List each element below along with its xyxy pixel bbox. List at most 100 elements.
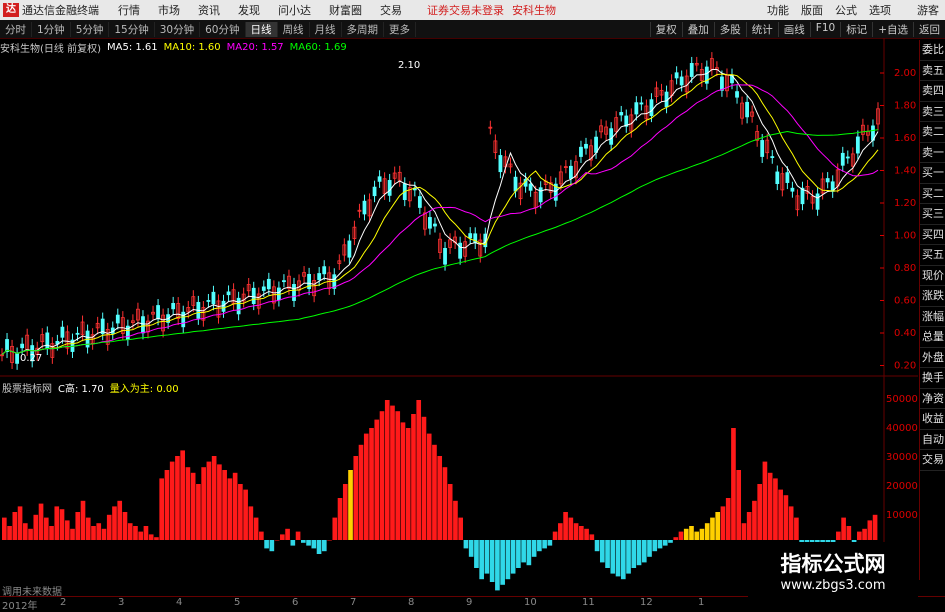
sidebar-item[interactable]: 收益 xyxy=(920,409,945,430)
tab-weekly[interactable]: 周线 xyxy=(278,21,310,37)
menu-formula[interactable]: 公式 xyxy=(829,2,863,18)
candle-body xyxy=(362,200,367,215)
draw-button[interactable]: 画线 xyxy=(777,21,810,37)
indicator-bar xyxy=(500,540,505,585)
indicator-bar xyxy=(384,400,390,540)
sidebar-item[interactable]: 外盘 xyxy=(920,348,945,368)
guest-button[interactable]: 游客 xyxy=(911,2,945,18)
indicator-bar xyxy=(516,540,521,568)
candle-body xyxy=(115,314,120,324)
menu-wealth[interactable]: 财富圈 xyxy=(320,2,371,18)
candle-body xyxy=(468,233,473,239)
tab-more[interactable]: 更多 xyxy=(384,21,416,37)
kline-chart[interactable]: 2.00 1.80 1.60 1.40 1.20 1.00 0.80 0.60 0.40 0.20… xyxy=(0,38,918,598)
menu-options[interactable]: 选项 xyxy=(863,2,897,18)
login-warning[interactable]: 证券交易未登录 xyxy=(427,2,504,18)
indicator-bar xyxy=(432,444,437,540)
sidebar-item[interactable]: 净资 xyxy=(920,389,945,409)
month-label: 5 xyxy=(234,597,241,608)
sidebar-item[interactable]: 涨跌 xyxy=(920,286,945,307)
tab-timeshare[interactable]: 分时 xyxy=(0,21,32,37)
indicator-bar xyxy=(620,540,626,580)
indicator-bar xyxy=(164,470,170,540)
tab-30min[interactable]: 30分钟 xyxy=(155,21,201,37)
candle-body xyxy=(513,176,518,192)
candle-body xyxy=(619,112,624,116)
candle-body xyxy=(845,156,850,159)
indicator-bar xyxy=(306,540,311,546)
price-tick-label: 1.60 xyxy=(894,133,916,144)
indicator-bar xyxy=(458,517,464,540)
menu-market[interactable]: 市场 xyxy=(149,2,189,18)
sidebar-item[interactable]: 卖四 xyxy=(920,81,945,102)
sidebar-item[interactable]: 卖二 xyxy=(920,122,945,143)
price-tick-label: 1.40 xyxy=(894,166,916,177)
sidebar-item[interactable]: 总量 xyxy=(920,327,945,348)
tab-60min[interactable]: 60分钟 xyxy=(200,21,246,37)
indicator-bar xyxy=(615,540,621,577)
stock-name-title: 安科生物 xyxy=(512,4,556,17)
sidebar-item[interactable]: 买五 xyxy=(920,245,945,266)
sidebar-item[interactable]: 卖三 xyxy=(920,102,945,122)
indicator-bar xyxy=(778,489,783,540)
f10-button[interactable]: F10 xyxy=(809,21,840,37)
indicator-bar xyxy=(321,540,327,552)
indicator-bar xyxy=(316,540,322,554)
menu-ask[interactable]: 问小达 xyxy=(269,2,320,18)
sidebar-item[interactable]: 委比 xyxy=(920,40,945,61)
overlay-button[interactable]: 叠加 xyxy=(681,21,714,37)
indicator-bar xyxy=(694,531,700,540)
menu-trade[interactable]: 交易 xyxy=(371,2,411,18)
menu-layout[interactable]: 版面 xyxy=(795,2,829,18)
sidebar-item[interactable]: 交易 xyxy=(920,450,945,471)
menu-news[interactable]: 资讯 xyxy=(189,2,229,18)
tab-5min[interactable]: 5分钟 xyxy=(71,21,110,37)
adjust-button[interactable]: 复权 xyxy=(649,21,682,37)
tab-daily[interactable]: 日线 xyxy=(245,21,278,37)
indicator-bar xyxy=(54,506,60,540)
sidebar-item[interactable]: 买一 xyxy=(920,163,945,184)
sidebar-item[interactable]: 换手 xyxy=(920,368,945,389)
candle-body xyxy=(206,300,211,302)
indicator-bar xyxy=(180,450,185,540)
indicator-bar xyxy=(405,428,411,540)
sidebar-item[interactable]: 现价 xyxy=(920,266,945,286)
sidebar-item[interactable]: 卖五 xyxy=(920,61,945,81)
indicator-bar xyxy=(106,514,112,540)
indicator-bar xyxy=(17,506,23,540)
tab-multi[interactable]: 多周期 xyxy=(342,21,384,37)
tab-monthly[interactable]: 月线 xyxy=(310,21,342,37)
menu-discover[interactable]: 发现 xyxy=(229,2,269,18)
indicator-bar xyxy=(353,456,359,540)
ma20-line xyxy=(1,84,879,356)
menu-quotes[interactable]: 行情 xyxy=(109,2,149,18)
indicator-bar xyxy=(59,509,65,540)
candle-body xyxy=(674,72,679,79)
tab-1min[interactable]: 1分钟 xyxy=(32,21,71,37)
watermark-url: www.zbgs3.com xyxy=(780,578,886,593)
sidebar-item[interactable]: 卖一 xyxy=(920,143,945,163)
indicator-bar xyxy=(762,461,768,540)
sidebar-item[interactable]: 买四 xyxy=(920,225,945,245)
sidebar-item[interactable]: 自动 xyxy=(920,430,945,450)
candle-body xyxy=(790,187,795,192)
add-watch-button[interactable]: +自选 xyxy=(872,21,913,37)
sidebar-item[interactable]: 涨幅 xyxy=(920,307,945,327)
indicator-bar xyxy=(185,467,191,540)
indicator-bar xyxy=(70,528,75,540)
candle-body xyxy=(528,183,533,191)
indicator-bar xyxy=(175,456,180,540)
indicator-bar xyxy=(217,464,222,540)
tab-15min[interactable]: 15分钟 xyxy=(109,21,155,37)
mark-button[interactable]: 标记 xyxy=(840,21,872,37)
stats-button[interactable]: 统计 xyxy=(745,21,778,37)
candle-body xyxy=(171,303,176,310)
back-button[interactable]: 返回 xyxy=(913,21,945,37)
candle-body xyxy=(347,240,352,258)
indicator-bar xyxy=(201,467,206,540)
indicator-name: 股票指标网 xyxy=(2,384,52,395)
multi-stock-button[interactable]: 多股 xyxy=(713,21,746,37)
menu-function[interactable]: 功能 xyxy=(761,2,795,18)
sidebar-item[interactable]: 买二 xyxy=(920,184,945,204)
sidebar-item[interactable]: 买三 xyxy=(920,204,945,225)
